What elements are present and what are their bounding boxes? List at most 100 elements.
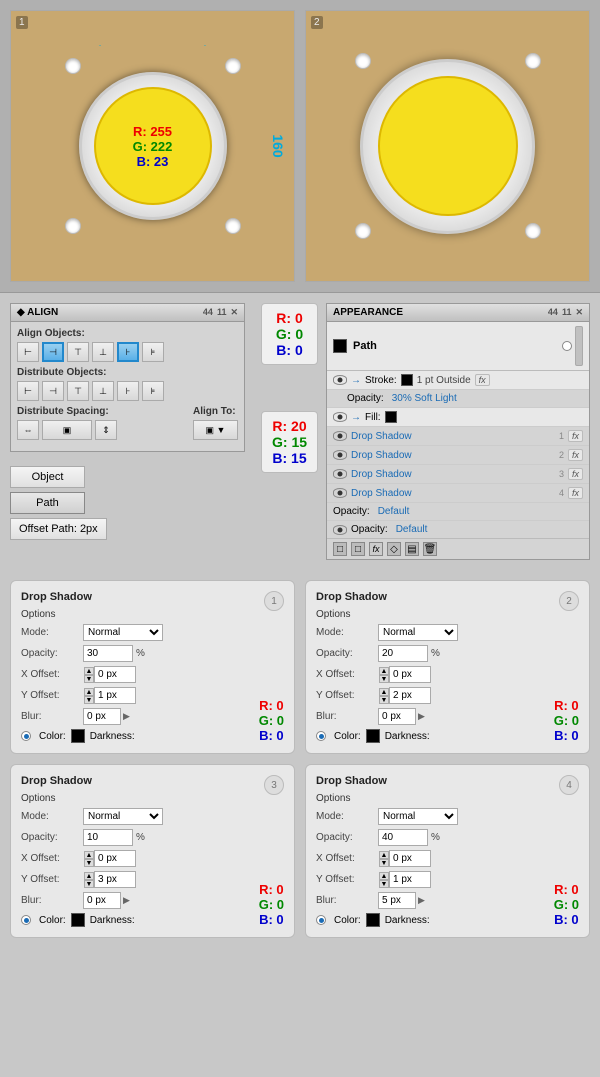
path-button[interactable]: Path xyxy=(10,492,85,514)
shadow1-opacity-input[interactable] xyxy=(83,645,133,662)
shadow1-mode-select[interactable]: Normal xyxy=(83,624,163,641)
shadow1-y-stepper[interactable]: ▲▼ xyxy=(84,688,94,704)
shadow1-color-radio[interactable] xyxy=(21,731,31,741)
distribute-spacing-row: ⇔ ▣ ⇕ xyxy=(17,420,117,440)
shadow3-y-input[interactable] xyxy=(94,871,136,888)
shadow1-x-stepper[interactable]: ▲▼ xyxy=(84,667,94,683)
shadow3-y-stepper[interactable]: ▲▼ xyxy=(84,872,94,888)
shadow2-mode-select[interactable]: Normal xyxy=(378,624,458,641)
align-to-dropdown[interactable]: ▣ ▼ xyxy=(193,420,238,440)
shadow2-opacity-input[interactable] xyxy=(378,645,428,662)
app-ds3-link[interactable]: Drop Shadow xyxy=(351,469,412,480)
dist-spacing-v-btn[interactable]: ⇕ xyxy=(95,420,117,440)
shadow2-x-input[interactable] xyxy=(389,666,431,683)
appearance-panel: APPEARANCE 44 11 ✕ Path → Stroke: xyxy=(326,303,590,560)
app-rect-icon[interactable]: □ xyxy=(351,542,365,556)
shadow1-mode-row: Mode: Normal xyxy=(21,624,284,641)
app-ds4-row: Drop Shadow 4 fx xyxy=(327,484,589,503)
shadow3-opacity-input[interactable] xyxy=(83,829,133,846)
app-close-icon[interactable]: ✕ xyxy=(575,307,583,318)
eye-ds1-icon[interactable] xyxy=(333,431,347,441)
shadow2-color-box[interactable] xyxy=(366,729,380,743)
app-delete-icon[interactable]: ◇ xyxy=(387,542,401,556)
shadow1-badge: 1 xyxy=(264,591,284,611)
shadow1-blur-arrow[interactable]: ▶ xyxy=(123,711,130,722)
align-center-h-btn[interactable]: ⊣ xyxy=(42,342,64,362)
dist-center-h-btn[interactable]: ⊣ xyxy=(42,381,64,401)
shadow4-x-stepper[interactable]: ▲▼ xyxy=(379,851,389,867)
shadow1-x-input[interactable] xyxy=(94,666,136,683)
eye-fill-icon[interactable] xyxy=(333,412,347,422)
align-top-btn[interactable]: ⊥ xyxy=(92,342,114,362)
dist-top-btn[interactable]: ⊥ xyxy=(92,381,114,401)
object-button[interactable]: Object xyxy=(10,466,85,488)
shadow2-blur-arrow[interactable]: ▶ xyxy=(418,711,425,722)
app-stroke-label[interactable]: → xyxy=(351,375,361,386)
shadow3-x-input[interactable] xyxy=(94,850,136,867)
dist-spacing-input[interactable]: ▣ xyxy=(42,420,92,440)
app-scrollbar[interactable] xyxy=(575,326,583,366)
align-bottom-btn[interactable]: ⊧ xyxy=(142,342,164,362)
shadow4-opacity-input[interactable] xyxy=(378,829,428,846)
shadow2-color-radio[interactable] xyxy=(316,731,326,741)
shadow3-x-label: X Offset: xyxy=(21,853,83,864)
fx-badge-ds2: fx xyxy=(568,449,583,461)
app-trash-icon[interactable]: 🗑 xyxy=(423,542,437,556)
shadow3-r: R: 0 xyxy=(259,882,284,897)
align-right-btn[interactable]: ⊤ xyxy=(67,342,89,362)
app-fx-icon[interactable]: fx xyxy=(369,542,383,556)
dist-spacing-h-btn[interactable]: ⇔ xyxy=(17,420,39,440)
shadow2-x-stepper[interactable]: ▲▼ xyxy=(379,667,389,683)
shadow2-y-input[interactable] xyxy=(389,687,431,704)
app-fill-color[interactable] xyxy=(385,411,397,423)
eye-ds3-icon[interactable] xyxy=(333,469,347,479)
eye-opacity3-icon[interactable] xyxy=(333,525,347,535)
dist-right-btn[interactable]: ⊤ xyxy=(67,381,89,401)
shadow3-rgb-box: R: 0 G: 0 B: 0 xyxy=(259,882,284,927)
shadow3-mode-select[interactable]: Normal xyxy=(83,808,163,825)
app-ds2-link[interactable]: Drop Shadow xyxy=(351,450,412,461)
eye-stroke-icon[interactable] xyxy=(333,375,347,385)
shadow4-y-label: Y Offset: xyxy=(316,874,378,885)
shadow4-color-box[interactable] xyxy=(366,913,380,927)
app-add-icon[interactable]: □ xyxy=(333,542,347,556)
align-to-label: Align To: xyxy=(193,406,238,417)
shadow1-y-input[interactable] xyxy=(94,687,136,704)
shadow3-color-box[interactable] xyxy=(71,913,85,927)
shadow4-y-input[interactable] xyxy=(389,871,431,888)
shadow1-opacity-unit: % xyxy=(136,648,145,659)
shadow4-x-input[interactable] xyxy=(389,850,431,867)
shadow2-blur-input[interactable] xyxy=(378,708,416,725)
eye-ds4-icon[interactable] xyxy=(333,488,347,498)
shadow3-blur-input[interactable] xyxy=(83,892,121,909)
shadow1-blur-label: Blur: xyxy=(21,711,83,722)
align-left-btn[interactable]: ⊢ xyxy=(17,342,39,362)
app-opacity3-value[interactable]: Default xyxy=(396,524,428,535)
shadow3-blur-arrow[interactable]: ▶ xyxy=(123,895,130,906)
shadow3-x-stepper[interactable]: ▲▼ xyxy=(84,851,94,867)
shadow4-color-radio[interactable] xyxy=(316,915,326,925)
dist-bottom-btn[interactable]: ⊧ xyxy=(142,381,164,401)
align-center-v-btn[interactable]: ⊦ xyxy=(117,342,139,362)
shadow4-y-stepper[interactable]: ▲▼ xyxy=(379,872,389,888)
app-more-icon[interactable]: ▤ xyxy=(405,542,419,556)
app-ds1-link[interactable]: Drop Shadow xyxy=(351,431,412,442)
shadow2-badge: 2 xyxy=(559,591,579,611)
shadow2-y-stepper[interactable]: ▲▼ xyxy=(379,688,389,704)
dist-left-btn[interactable]: ⊢ xyxy=(17,381,39,401)
shadow4-mode-select[interactable]: Normal xyxy=(378,808,458,825)
eye-ds2-icon[interactable] xyxy=(333,450,347,460)
shadow4-blur-input[interactable] xyxy=(378,892,416,909)
shadow1-color-box[interactable] xyxy=(71,729,85,743)
shadow4-blur-arrow[interactable]: ▶ xyxy=(418,895,425,906)
app-stroke-color[interactable] xyxy=(401,374,413,386)
app-ds4-link[interactable]: Drop Shadow xyxy=(351,488,412,499)
app-opacity2-value[interactable]: Default xyxy=(378,506,410,517)
fx-badge-stroke: fx xyxy=(475,374,490,386)
shadow3-color-radio[interactable] xyxy=(21,915,31,925)
app-fill-arrow[interactable]: → xyxy=(351,412,361,423)
shadow1-blur-input[interactable] xyxy=(83,708,121,725)
offset-path-button[interactable]: Offset Path: 2px xyxy=(10,518,107,540)
dist-center-v-btn[interactable]: ⊦ xyxy=(117,381,139,401)
close-icon[interactable]: ✕ xyxy=(230,307,238,318)
